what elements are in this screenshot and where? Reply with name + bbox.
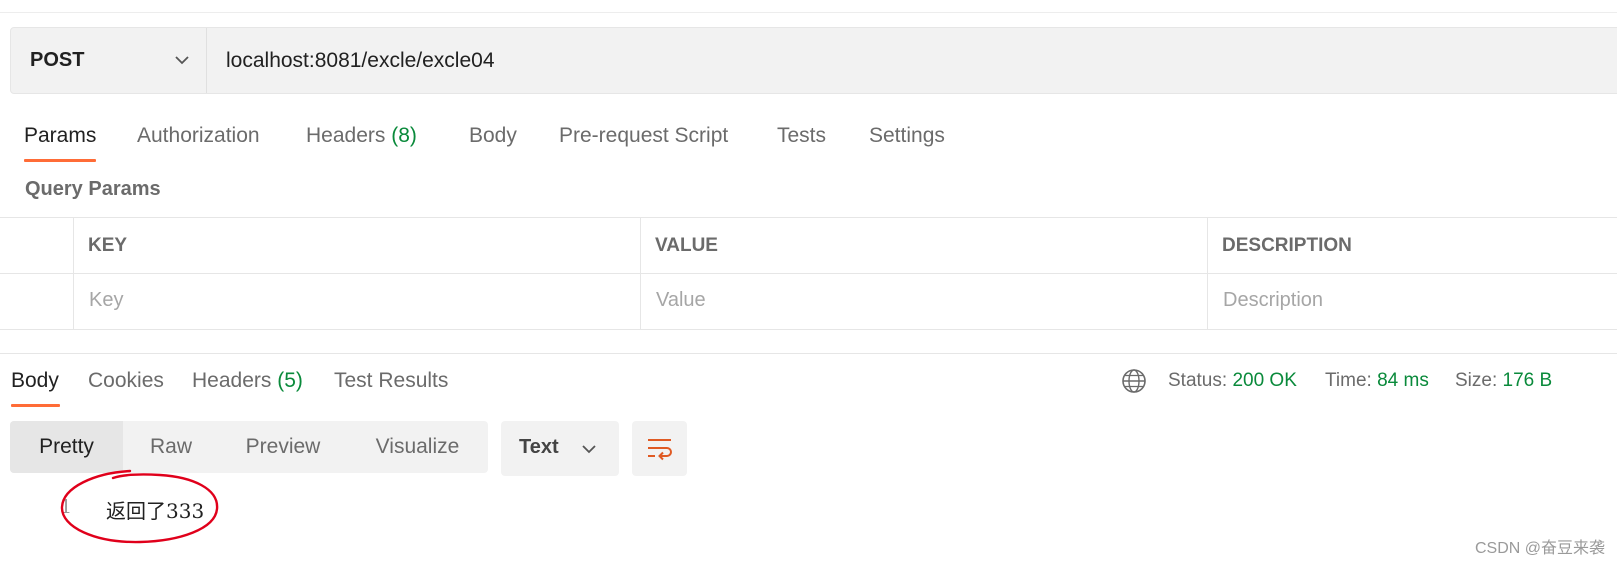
tab-headers-count: (8) [391,124,417,147]
query-params-title: Query Params [25,178,161,200]
active-tab-indicator [24,159,96,162]
time-value: 84 ms [1377,370,1429,391]
status-value: 200 OK [1232,370,1297,391]
description-input[interactable] [1223,286,1603,314]
tab-tests[interactable]: Tests [777,124,826,148]
tab-authorization[interactable]: Authorization [137,124,260,148]
chevron-down-icon [581,441,597,462]
status-label: Status: [1168,370,1228,391]
wrap-lines-button[interactable] [632,421,687,476]
tab-headers-label: Headers [306,124,386,147]
table-divider [1207,217,1208,330]
table-bottom-border [0,329,1617,330]
format-select[interactable]: Text [501,421,619,476]
response-size[interactable]: Size: 176 B [1455,370,1552,392]
annotation-circle [60,469,219,544]
method-label: POST [30,49,85,71]
tab-headers[interactable]: Headers (8) [306,124,417,148]
response-tab-headers-label: Headers [192,369,272,392]
url-input[interactable] [226,44,1606,78]
tab-pre-request-script[interactable]: Pre-request Script [559,124,728,148]
response-active-tab-indicator [11,404,60,407]
response-tab-body[interactable]: Body [11,369,59,393]
response-time[interactable]: Time: 84 ms [1325,370,1429,392]
table-header-border [0,273,1617,274]
time-label: Time: [1325,370,1372,391]
column-header-description: DESCRIPTION [1222,235,1352,256]
table-divider [640,217,641,330]
response-tab-headers-count: (5) [277,369,303,392]
method-select[interactable]: POST [11,28,207,93]
view-mode-preview[interactable]: Preview [219,421,347,473]
tab-params[interactable]: Params [24,124,96,148]
tab-settings[interactable]: Settings [869,124,945,148]
view-mode-visualize[interactable]: Visualize [347,421,488,473]
response-tab-test-results[interactable]: Test Results [334,369,448,393]
globe-icon[interactable] [1121,368,1147,399]
wrap-lines-icon [646,436,674,467]
response-tab-cookies[interactable]: Cookies [88,369,164,393]
table-top-border [0,217,1617,218]
value-input[interactable] [656,286,1196,314]
column-header-key: KEY [88,235,128,256]
request-url-bar: POST [10,27,1617,94]
size-label: Size: [1455,370,1498,391]
table-divider [73,217,74,330]
response-divider [0,353,1617,354]
response-tab-headers[interactable]: Headers (5) [192,369,303,393]
watermark: CSDN @奋豆来袭 [1474,540,1605,557]
size-value: 176 B [1502,370,1553,391]
response-status[interactable]: Status: 200 OK [1168,370,1297,392]
chevron-down-icon [174,52,190,73]
key-input[interactable] [89,286,629,314]
column-header-value: VALUE [655,235,718,256]
top-divider [0,12,1617,13]
format-label: Text [519,436,559,458]
tab-body[interactable]: Body [469,124,517,148]
